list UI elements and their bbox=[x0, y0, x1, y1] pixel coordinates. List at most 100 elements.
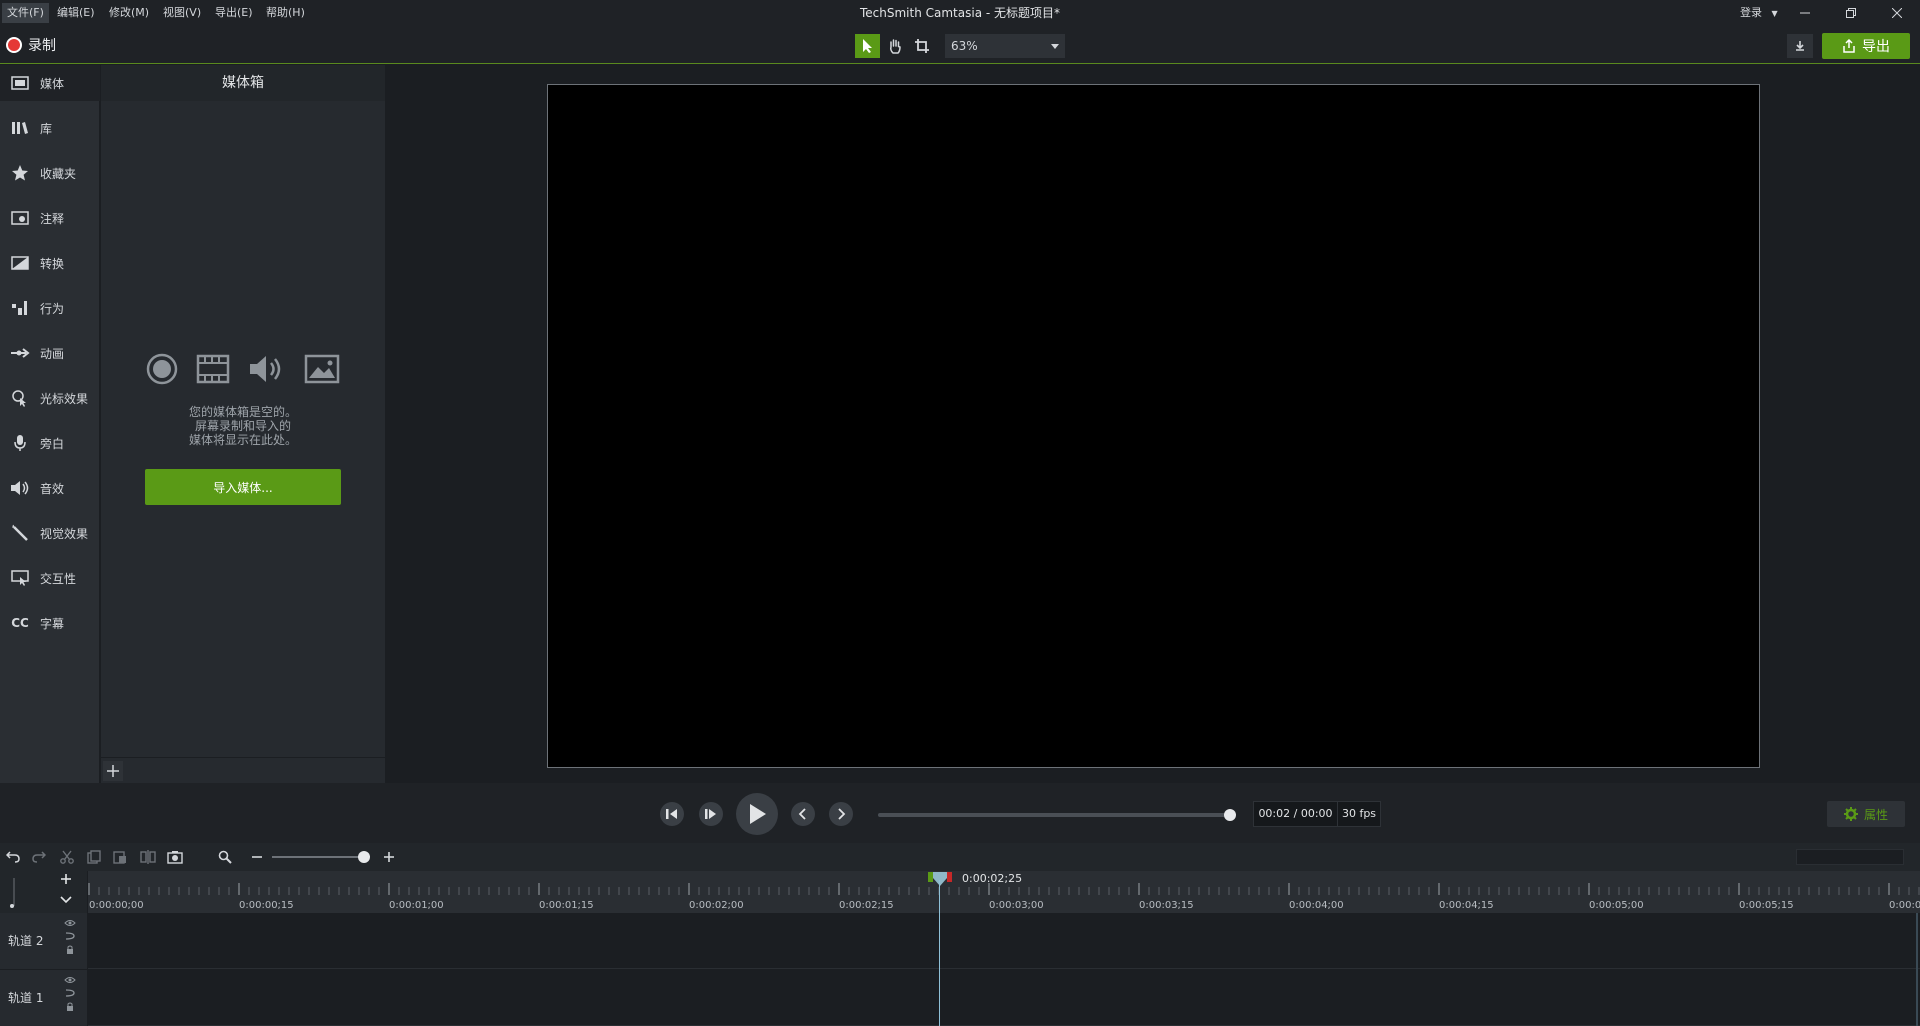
previous-button[interactable] bbox=[791, 802, 815, 826]
timeline-overview-scrollbar[interactable] bbox=[1796, 849, 1904, 865]
playhead-line bbox=[939, 880, 940, 1026]
zoom-magnifier-button[interactable] bbox=[217, 849, 233, 865]
track-row[interactable]: 轨道 1 bbox=[0, 970, 1920, 1026]
sidebar-item-label: 交互性 bbox=[40, 571, 77, 586]
empty-bin-message: 您的媒体箱是空的。 屏幕录制和导入的 媒体将显示在此处。 bbox=[121, 405, 365, 447]
audio-link-icon bbox=[65, 989, 75, 997]
redo-icon bbox=[32, 851, 46, 863]
next-button[interactable] bbox=[829, 802, 853, 826]
time-readout: 00:02 / 00:00 30 fps bbox=[1253, 801, 1381, 827]
transition-icon bbox=[10, 253, 30, 273]
snapshot-button[interactable] bbox=[167, 849, 183, 865]
export-button[interactable]: 导出 bbox=[1822, 33, 1910, 59]
timeline-tracks: 轨道 2 轨道 1 bbox=[0, 913, 1920, 1026]
sidebar-item-annotations[interactable]: 注释 bbox=[0, 200, 100, 236]
sidebar-item-favorites[interactable]: 收藏夹 bbox=[0, 155, 100, 191]
track-header[interactable]: 轨道 1 bbox=[0, 970, 88, 1026]
hand-icon bbox=[889, 39, 901, 54]
audio-link-icon bbox=[65, 932, 75, 940]
export-label: 导出 bbox=[1862, 39, 1890, 55]
plus-icon bbox=[107, 765, 119, 777]
sidebar-item-visual-effects[interactable]: 视觉效果 bbox=[0, 515, 100, 551]
step-forward-button[interactable] bbox=[699, 802, 723, 826]
step-forward-icon bbox=[705, 809, 716, 819]
media-bin-footer bbox=[101, 757, 385, 783]
redo-button[interactable] bbox=[31, 849, 47, 865]
annotation-icon bbox=[10, 208, 30, 228]
sidebar-item-cursor-effects[interactable]: 光标效果 bbox=[0, 380, 100, 416]
chevron-down-icon bbox=[60, 896, 72, 904]
camera-icon bbox=[167, 851, 183, 864]
track-end-marker bbox=[1916, 913, 1918, 1026]
zoom-dropdown[interactable]: 63% bbox=[945, 34, 1065, 58]
close-button[interactable] bbox=[1874, 0, 1920, 26]
ruler-label: 0:00:04;15 bbox=[1439, 900, 1494, 911]
playback-scrubber-track[interactable] bbox=[878, 813, 1231, 817]
sidebar-item-library[interactable]: 库 bbox=[0, 110, 100, 146]
step-back-icon bbox=[666, 809, 677, 819]
lock-icon bbox=[67, 1002, 73, 1011]
cut-button[interactable] bbox=[59, 849, 75, 865]
collapse-tracks-button[interactable] bbox=[60, 895, 72, 905]
timeline-ruler-head bbox=[0, 871, 88, 913]
add-button[interactable] bbox=[103, 761, 123, 781]
timeline-zoom-track[interactable] bbox=[272, 856, 366, 858]
login-button[interactable]: 登录 ▼ bbox=[1740, 0, 1778, 27]
record-circle-icon bbox=[146, 353, 178, 385]
media-bin-panel: 媒体箱 您的媒体箱是空的。 屏幕录制和导入的 媒体将显示在此处。 导入媒体... bbox=[101, 65, 385, 783]
chevron-left-icon bbox=[798, 808, 806, 820]
import-media-button[interactable]: 导入媒体... bbox=[145, 469, 341, 505]
pan-tool-button[interactable] bbox=[882, 34, 907, 58]
eye-icon bbox=[64, 977, 76, 983]
ruler-label: 0:00:00;15 bbox=[239, 900, 294, 911]
search-icon bbox=[218, 850, 232, 864]
playhead-handle[interactable] bbox=[928, 872, 952, 886]
sidebar-item-label: 光标效果 bbox=[40, 391, 89, 406]
sidebar-item-voice-narration[interactable]: 旁白 bbox=[0, 425, 100, 461]
sidebar-item-animations[interactable]: 动画 bbox=[0, 335, 100, 371]
lock-icon bbox=[67, 945, 73, 954]
zoom-in-button[interactable] bbox=[381, 849, 397, 865]
record-dot-icon bbox=[6, 37, 22, 53]
playback-scrubber-handle[interactable] bbox=[1224, 809, 1236, 821]
track-row[interactable]: 轨道 2 bbox=[0, 913, 1920, 969]
minimize-button[interactable] bbox=[1782, 0, 1828, 26]
select-tool-button[interactable] bbox=[855, 34, 880, 58]
zoom-out-button[interactable] bbox=[249, 849, 265, 865]
timeline-zoom-handle[interactable] bbox=[358, 851, 370, 863]
record-button[interactable]: 录制 bbox=[6, 35, 56, 55]
split-icon bbox=[140, 850, 156, 864]
split-button[interactable] bbox=[140, 849, 156, 865]
play-button[interactable] bbox=[736, 793, 778, 835]
timeline-ruler[interactable]: 0:00:00;00 0:00:00;15 0:00:01;00 0:00:01;15… bbox=[0, 871, 1920, 913]
copy-button[interactable] bbox=[86, 849, 102, 865]
ruler-label: 0:00:03;00 bbox=[989, 900, 1044, 911]
main-toolbar: 录制 63% 导出 bbox=[0, 26, 1920, 64]
sidebar-item-transitions[interactable]: 转换 bbox=[0, 245, 100, 281]
download-button[interactable] bbox=[1787, 34, 1813, 58]
sidebar-item-label: 库 bbox=[40, 121, 53, 136]
sidebar-item-behaviors[interactable]: 行为 bbox=[0, 290, 100, 326]
step-back-button[interactable] bbox=[660, 802, 684, 826]
download-arrow-icon bbox=[1796, 41, 1804, 51]
track-header[interactable]: 轨道 2 bbox=[0, 913, 88, 969]
crop-tool-button[interactable] bbox=[909, 34, 934, 58]
sidebar-item-media[interactable]: 媒体 bbox=[0, 65, 100, 101]
paste-button[interactable] bbox=[112, 849, 128, 865]
add-track-button[interactable] bbox=[60, 873, 72, 885]
sidebar-item-captions[interactable]: CC 字幕 bbox=[0, 605, 100, 641]
cursor-effect-icon bbox=[10, 388, 30, 408]
star-icon bbox=[10, 163, 30, 183]
playhead-time-label: 0:00:02;25 bbox=[962, 872, 1023, 885]
properties-button[interactable]: 属性 bbox=[1827, 801, 1905, 827]
preview-canvas[interactable] bbox=[547, 84, 1760, 768]
sidebar-item-label: 视觉效果 bbox=[40, 526, 89, 541]
sidebar-item-label: 收藏夹 bbox=[40, 166, 77, 181]
sidebar-item-audio-effects[interactable]: 音效 bbox=[0, 470, 100, 506]
media-type-icons bbox=[143, 353, 343, 385]
undo-button[interactable] bbox=[5, 849, 21, 865]
sidebar-item-interactivity[interactable]: 交互性 bbox=[0, 560, 100, 596]
restore-button[interactable] bbox=[1828, 0, 1874, 26]
chevron-down-icon: ▼ bbox=[1771, 9, 1778, 18]
speaker-audio-icon bbox=[250, 356, 281, 382]
